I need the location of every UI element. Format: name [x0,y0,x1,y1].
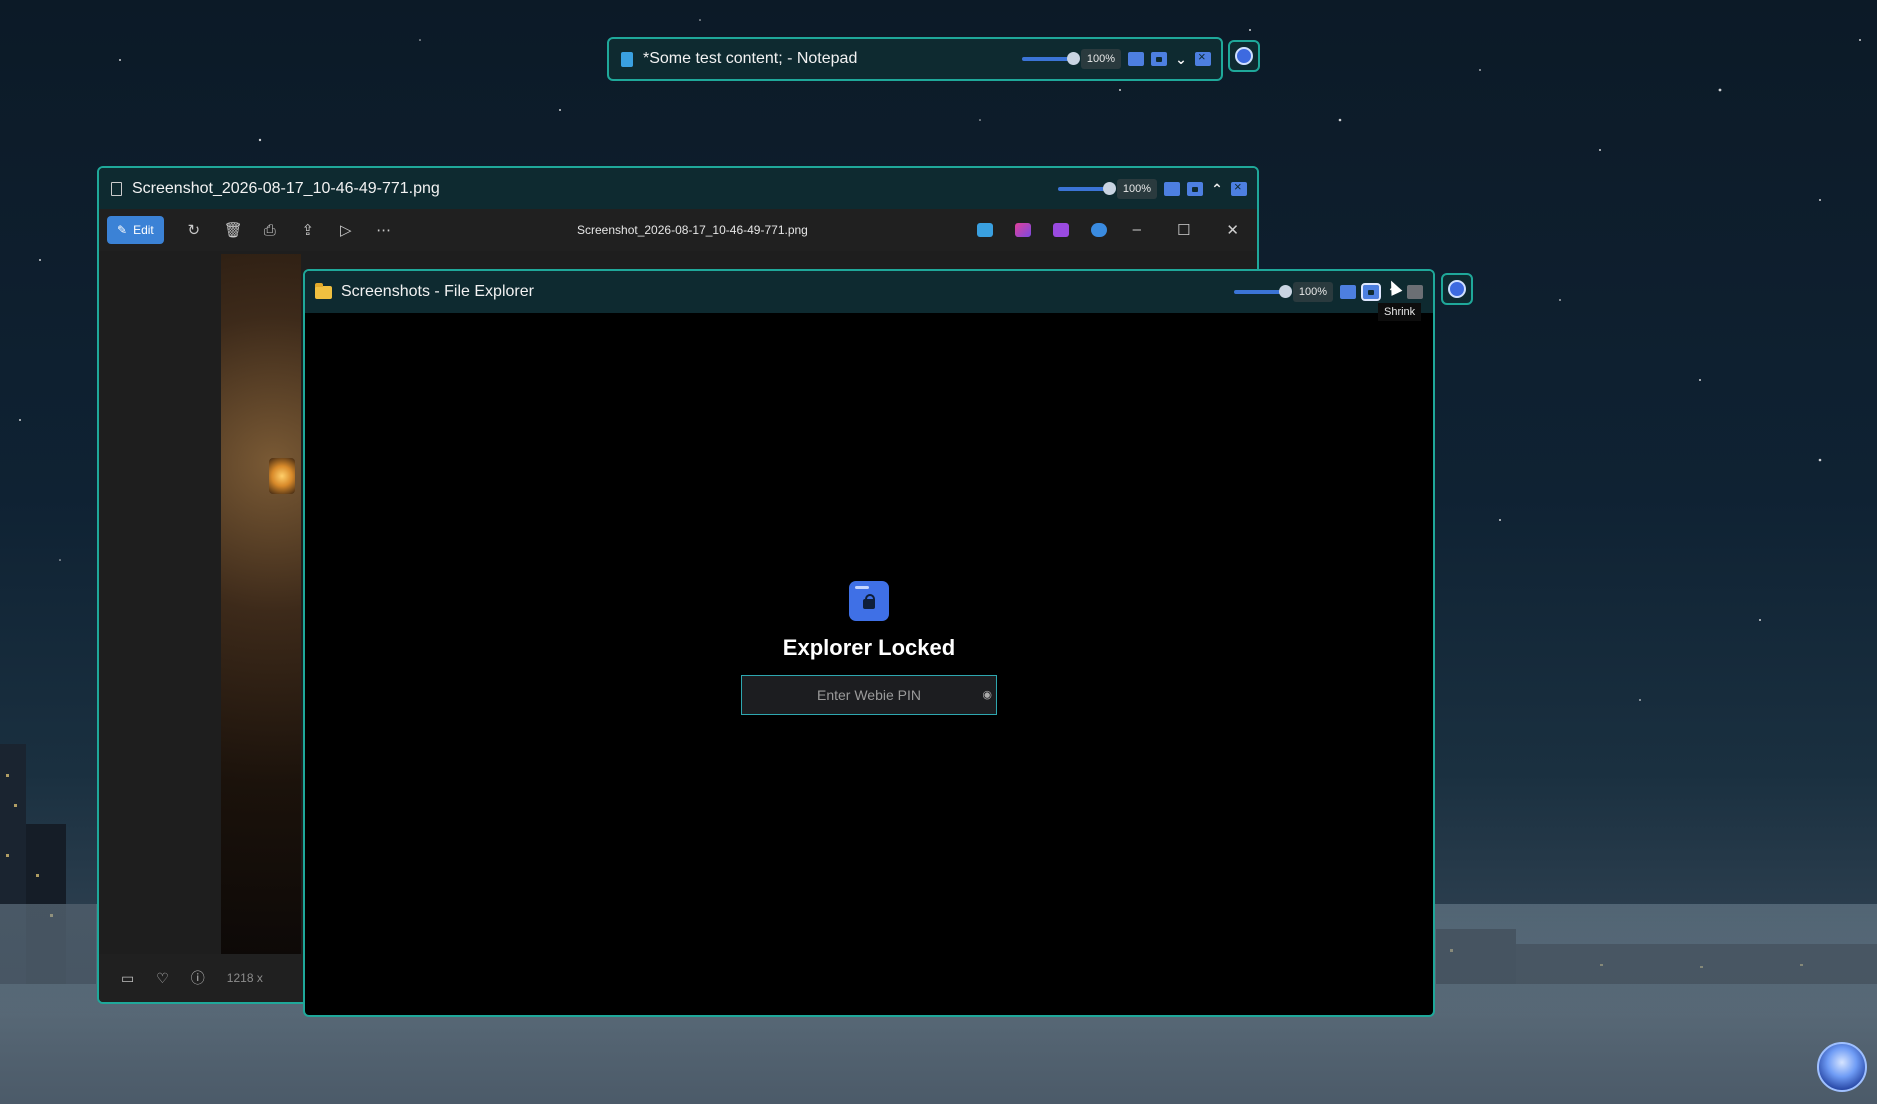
onedrive-icon[interactable] [1091,223,1107,237]
close-window-icon[interactable] [1407,285,1423,299]
notepad-zoom-value: 100% [1080,49,1121,69]
lock-window-icon[interactable] [1361,283,1381,301]
lock-icon [849,581,889,621]
notepad-opacity-slider[interactable] [1021,52,1080,65]
close-window-icon[interactable] [1195,49,1211,66]
webie-logo-icon [1448,280,1466,298]
explorer-title: Screenshots - File Explorer [341,283,534,300]
close-icon[interactable]: ✕ [1226,221,1239,239]
print-icon[interactable]: ⎙ [262,222,278,239]
rotate-icon[interactable]: ↻ [186,221,202,239]
explorer-webie-bar[interactable]: Screenshots - File Explorer 100% ⌃ [305,271,1433,313]
folder-icon [315,282,332,299]
photos-zoom-value: 100% [1116,179,1157,199]
pin-input[interactable] [767,686,971,704]
explorer-opacity-slider[interactable] [1233,285,1292,298]
notepad-icon [621,51,633,67]
share-icon[interactable]: ⇪ [300,221,316,239]
delete-icon[interactable]: 🗑 [224,221,243,239]
photos-webie-bar[interactable]: Screenshot_2026-08-17_10-46-49-771.png 1… [99,168,1257,210]
photo-image [221,254,301,954]
shrink-tooltip: Shrink [1378,303,1422,321]
maximize-icon[interactable]: ☐ [1177,221,1190,239]
paint-app-icon[interactable] [977,223,993,237]
photos-toolbar: ✎ Edit ↻ 🗑 ⎙ ⇪ ▷ ⋯ Screenshot_2026-08-17… [99,209,1257,251]
assistant-avatar-icon[interactable] [1817,1042,1867,1092]
edit-label: Edit [133,223,154,237]
chevron-up-icon[interactable]: ⌃ [1210,181,1224,198]
lock-window-icon[interactable] [1187,182,1203,196]
edit-icon: ✎ [117,223,128,237]
photos-opacity-slider[interactable] [1057,182,1116,195]
lantern-image-detail [269,458,295,494]
photos-title: Screenshot_2026-08-17_10-46-49-771.png [132,180,440,197]
window-icon[interactable] [1164,182,1180,196]
webie-menu-button[interactable] [1441,273,1473,305]
window-icon[interactable] [1340,285,1356,299]
explorer-window[interactable]: Screenshots - File Explorer 100% ⌃ Explo… [303,269,1435,1017]
slider-knob[interactable] [1102,182,1116,195]
lock-title: Explorer Locked [782,635,956,660]
close-window-icon[interactable] [1231,179,1247,196]
webie-menu-button[interactable] [1228,40,1260,72]
pin-field-wrapper[interactable]: ◉ [741,675,997,715]
clipchamp-app-icon[interactable] [1053,223,1069,237]
lock-window-icon[interactable] [1151,52,1167,66]
file-icon [111,182,122,196]
notepad-webie-bar[interactable]: *Some test content; - Notepad 100% ⌄ [607,37,1223,81]
chevron-down-icon[interactable]: ⌄ [1174,51,1188,68]
more-icon[interactable]: ⋯ [376,221,392,239]
notepad-title: *Some test content; - Notepad [643,50,858,67]
designer-app-icon[interactable] [1015,223,1031,237]
slider-knob[interactable] [1066,52,1080,65]
explorer-zoom-value: 100% [1292,282,1333,302]
slideshow-icon[interactable]: ▷ [338,221,354,239]
show-pin-eye-icon[interactable]: ◉ [982,688,992,701]
filmstrip-icon[interactable]: ▭ [121,970,134,987]
favorite-heart-icon[interactable]: ♡ [156,970,169,987]
webie-logo-icon [1235,47,1253,65]
toolbar-file-name: Screenshot_2026-08-17_10-46-49-771.png [577,223,808,237]
image-dimensions: 1218 x [226,971,263,985]
info-icon[interactable]: ⓘ [191,968,205,988]
minimize-icon[interactable]: – [1133,221,1141,239]
slider-knob[interactable] [1278,285,1292,298]
edit-button[interactable]: ✎ Edit [107,216,164,244]
window-icon[interactable] [1128,52,1144,66]
lock-screen: Explorer Locked ◉ [305,581,1433,715]
